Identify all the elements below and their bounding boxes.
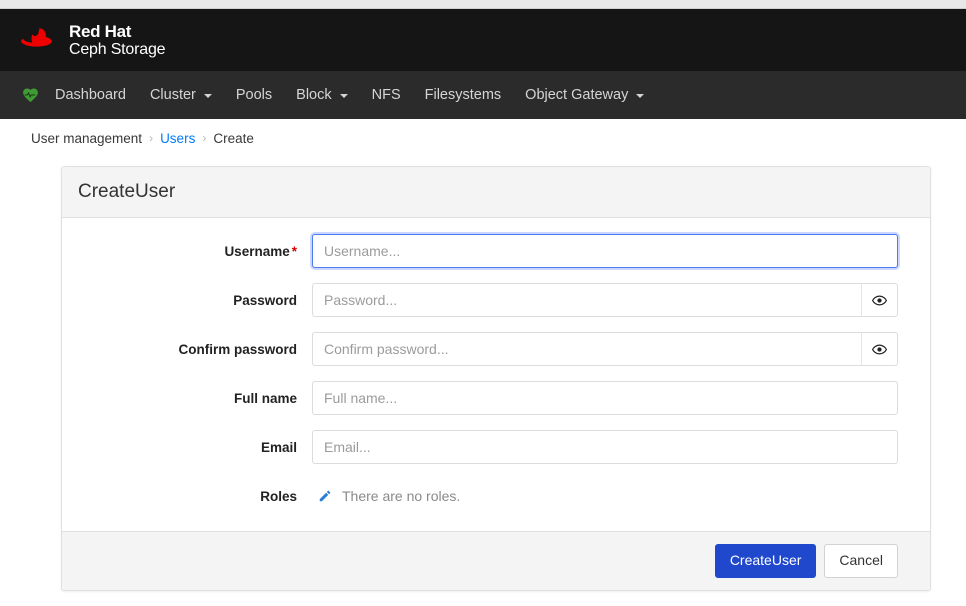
main-content: CreateUser Username* Password: [0, 157, 966, 591]
label-roles-text: Roles: [260, 488, 297, 504]
brand-text: Red Hat Ceph Storage: [69, 21, 166, 59]
brand-header: Red Hat Ceph Storage: [0, 9, 966, 71]
heart-pulse-icon: [23, 88, 38, 102]
label-username-text: Username: [224, 243, 290, 259]
pencil-icon[interactable]: [318, 489, 332, 503]
nav-item-nfs[interactable]: NFS: [360, 71, 413, 119]
label-email-text: Email: [260, 439, 297, 455]
form-row-password: Password: [94, 283, 898, 317]
nav-label-nfs: NFS: [371, 87, 401, 103]
red-hat-fedora-icon: [21, 28, 52, 47]
field-roles-wrap: There are no roles.: [312, 479, 898, 513]
cancel-button[interactable]: Cancel: [824, 544, 898, 578]
field-password-wrap: [312, 283, 898, 317]
form-row-email: Email: [94, 430, 898, 464]
breadcrumb-separator-icon: ›: [202, 131, 207, 145]
full-name-input[interactable]: [312, 381, 898, 415]
form-row-roles: Roles There are no roles.: [94, 479, 898, 513]
form-row-full-name: Full name: [94, 381, 898, 415]
label-full-name-text: Full name: [233, 390, 297, 406]
toggle-password-visibility-button[interactable]: [861, 283, 898, 317]
nav-label-object-gateway: Object Gateway: [525, 87, 629, 103]
nav-item-object-gateway[interactable]: Object Gateway: [513, 71, 656, 119]
confirm-password-input[interactable]: [312, 332, 861, 366]
nav-label-cluster: Cluster: [149, 87, 196, 103]
nav-item-block[interactable]: Block: [284, 71, 359, 119]
roles-empty-text: There are no roles.: [342, 488, 461, 504]
cluster-health-icon-wrap[interactable]: [18, 71, 43, 119]
breadcrumb-separator-icon: ›: [149, 131, 154, 145]
roles-empty-state: There are no roles.: [312, 479, 460, 513]
label-password-text: Password: [233, 292, 297, 308]
create-user-submit-button[interactable]: CreateUser: [714, 544, 817, 578]
field-confirm-password-wrap: [312, 332, 898, 366]
nav-label-pools: Pools: [235, 87, 273, 103]
card-footer: CreateUser Cancel: [62, 531, 930, 590]
nav-item-dashboard[interactable]: Dashboard: [43, 71, 138, 119]
red-hat-logo[interactable]: Red Hat Ceph Storage: [18, 21, 166, 59]
label-roles: Roles: [94, 489, 312, 504]
field-full-name-wrap: [312, 381, 898, 415]
main-navigation: Dashboard Cluster Pools Block NFS Filesy…: [0, 71, 966, 119]
brand-name-line2: Ceph Storage: [69, 40, 166, 58]
field-email-wrap: [312, 430, 898, 464]
nav-label-dashboard: Dashboard: [55, 87, 126, 103]
nav-item-pools[interactable]: Pools: [224, 71, 284, 119]
nav-item-cluster[interactable]: Cluster: [138, 71, 224, 119]
breadcrumb: User management › Users › Create: [0, 119, 966, 157]
card-title: CreateUser: [62, 167, 930, 218]
password-input[interactable]: [312, 283, 861, 317]
nav-label-filesystems: Filesystems: [424, 87, 502, 103]
label-username: Username *: [94, 244, 312, 259]
breadcrumb-root: User management: [31, 130, 143, 146]
label-password: Password: [94, 293, 312, 308]
browser-top-strip: [0, 0, 966, 9]
label-full-name: Full name: [94, 391, 312, 406]
chevron-down-icon: [636, 94, 645, 98]
chevron-down-icon: [203, 94, 212, 98]
required-marker: *: [291, 243, 297, 259]
chevron-down-icon: [339, 94, 348, 98]
create-user-card: CreateUser Username* Password: [61, 166, 931, 591]
label-confirm-password: Confirm password: [94, 342, 312, 357]
form-row-confirm-password: Confirm password: [94, 332, 898, 366]
nav-label-block: Block: [296, 87, 332, 103]
label-email: Email: [94, 440, 312, 455]
nav-item-filesystems[interactable]: Filesystems: [413, 71, 514, 119]
brand-name-line1: Red Hat: [69, 21, 132, 41]
form-row-username: Username *: [94, 234, 898, 268]
label-confirm-password-text: Confirm password: [178, 341, 297, 357]
eye-icon: [872, 295, 887, 305]
eye-icon: [872, 344, 887, 354]
create-user-form: Username* Password: [62, 218, 930, 531]
field-username-wrap: [312, 234, 898, 268]
toggle-confirm-password-visibility-button[interactable]: [861, 332, 898, 366]
email-input[interactable]: [312, 430, 898, 464]
username-input[interactable]: [312, 234, 898, 268]
breadcrumb-link-users[interactable]: Users: [160, 131, 195, 146]
breadcrumb-current: Create: [213, 130, 254, 146]
